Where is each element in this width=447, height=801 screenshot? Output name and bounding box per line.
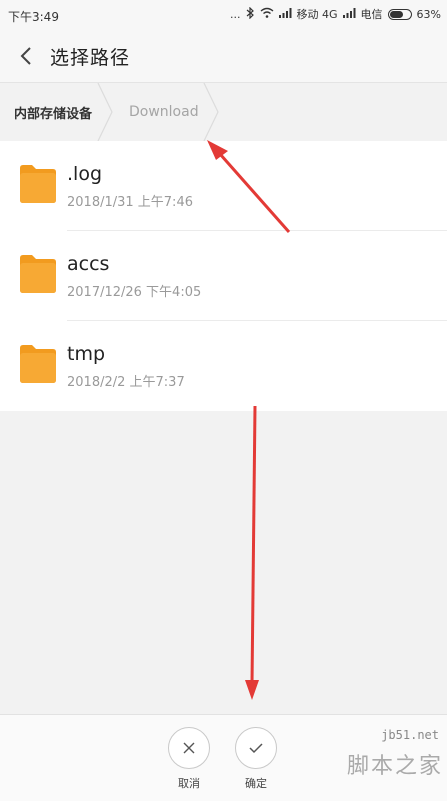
status-bar: 下午3:49 ... 移动 4G 电信 63% — [0, 0, 447, 30]
folder-date: 2018/1/31 上午7:46 — [67, 195, 193, 210]
breadcrumb-root[interactable]: 内部存储设备 — [14, 83, 92, 141]
annotation-arrow-bottom — [245, 405, 259, 700]
back-arrow-icon — [20, 47, 31, 65]
status-icons: ... 移动 4G 电信 63% — [230, 6, 441, 22]
battery-icon — [387, 8, 412, 20]
confirm-label: 确定 — [245, 777, 267, 790]
breadcrumb-separator-icon — [97, 83, 113, 141]
folder-icon — [20, 255, 56, 293]
signal-icon — [278, 7, 292, 21]
folder-date: 2018/2/2 上午7:37 — [67, 375, 185, 390]
status-time: 下午3:49 — [8, 10, 59, 24]
list-item[interactable]: tmp 2018/2/2 上午7:37 — [0, 321, 447, 411]
more-dots-icon: ... — [230, 7, 241, 21]
watermark-logo: 脚本之家 — [346, 754, 443, 779]
cancel-button[interactable]: 取消 — [159, 727, 219, 791]
confirm-button[interactable]: 确定 — [226, 727, 286, 791]
folder-name: accs — [67, 253, 110, 275]
folder-icon — [20, 345, 56, 383]
folder-date: 2017/12/26 下午4:05 — [67, 285, 202, 300]
cancel-label: 取消 — [178, 777, 200, 790]
watermark-site: jb51.net — [381, 728, 439, 742]
breadcrumb-current[interactable]: Download — [129, 83, 199, 141]
back-button[interactable] — [10, 40, 42, 72]
network-label-1: 移动 4G — [296, 8, 338, 21]
close-icon — [183, 742, 195, 754]
breadcrumb-separator-icon — [203, 83, 219, 141]
page-title: 选择路径 — [50, 47, 131, 69]
breadcrumb: 内部存储设备 Download — [0, 82, 447, 142]
list-item[interactable]: accs 2017/12/26 下午4:05 — [0, 231, 447, 321]
folder-name: .log — [67, 163, 103, 185]
check-icon — [249, 743, 263, 754]
folder-icon — [20, 165, 56, 203]
folder-list: .log 2018/1/31 上午7:46 accs 2017/12/26 下午… — [0, 141, 447, 411]
app-header: 选择路径 — [0, 30, 447, 82]
list-item[interactable]: .log 2018/1/31 上午7:46 — [0, 141, 447, 231]
signal-icon — [342, 7, 356, 21]
bluetooth-icon — [246, 6, 255, 22]
network-label-2: 电信 — [360, 8, 383, 21]
wifi-icon — [260, 7, 274, 21]
folder-name: tmp — [67, 343, 106, 365]
battery-percent: 63% — [416, 7, 441, 21]
